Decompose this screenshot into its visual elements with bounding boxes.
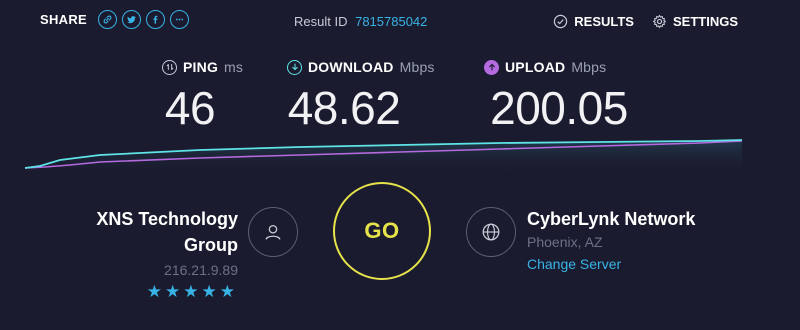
results-label: RESULTS [574, 14, 634, 29]
download-unit: Mbps [399, 59, 435, 75]
download-metric: DOWNLOAD Mbps 48.62 [287, 59, 435, 135]
isp-name-line2: Group [184, 235, 238, 255]
share-label: SHARE [40, 12, 88, 27]
check-circle-icon [554, 14, 568, 29]
ping-unit: ms [224, 59, 244, 75]
isp-ip: 216.21.9.89 [164, 262, 238, 278]
twitter-icon[interactable] [122, 10, 142, 29]
upload-unit: Mbps [571, 59, 607, 75]
upload-metric: UPLOAD Mbps 200.05 [484, 59, 634, 135]
upload-value: 200.05 [490, 82, 628, 134]
upload-label: UPLOAD [505, 59, 566, 75]
change-server-link[interactable]: Change Server [527, 256, 695, 272]
download-icon [287, 59, 302, 75]
result-id-label: Result ID [294, 14, 348, 29]
settings-label: SETTINGS [672, 14, 738, 29]
top-nav: RESULTS SETTINGS [553, 14, 738, 29]
ping-value: 46 [164, 82, 216, 134]
result-id-block: Result ID 7815785042 [294, 14, 427, 29]
settings-button[interactable]: SETTINGS [652, 14, 738, 29]
isp-rating-stars[interactable]: ★★★★★ [60, 282, 238, 302]
server-info: CyberLynk Network Phoenix, AZ Change Ser… [527, 206, 695, 272]
go-button[interactable]: GO [333, 182, 431, 280]
ping-metric: PING ms 46 [162, 59, 243, 135]
results-button[interactable]: RESULTS [553, 14, 634, 29]
share-bar: SHARE [40, 10, 190, 29]
isp-name-line1: XNS Technology [96, 209, 238, 229]
facebook-icon[interactable] [146, 10, 166, 29]
ping-label: PING [183, 59, 219, 75]
globe-icon [466, 207, 516, 257]
download-value: 48.62 [287, 82, 401, 134]
download-label: DOWNLOAD [308, 59, 394, 75]
isp-info: XNS Technology Group 216.21.9.89 ★★★★★ [60, 206, 238, 302]
result-id-link[interactable]: 7815785042 [355, 14, 427, 29]
server-name: CyberLynk Network [527, 209, 696, 229]
speed-graph [24, 139, 743, 175]
gear-icon [652, 14, 666, 29]
user-icon [248, 207, 298, 257]
link-icon[interactable] [98, 10, 118, 29]
ping-icon [162, 59, 177, 75]
more-icon[interactable] [170, 10, 190, 29]
upload-icon [484, 59, 499, 75]
server-location: Phoenix, AZ [527, 234, 603, 250]
